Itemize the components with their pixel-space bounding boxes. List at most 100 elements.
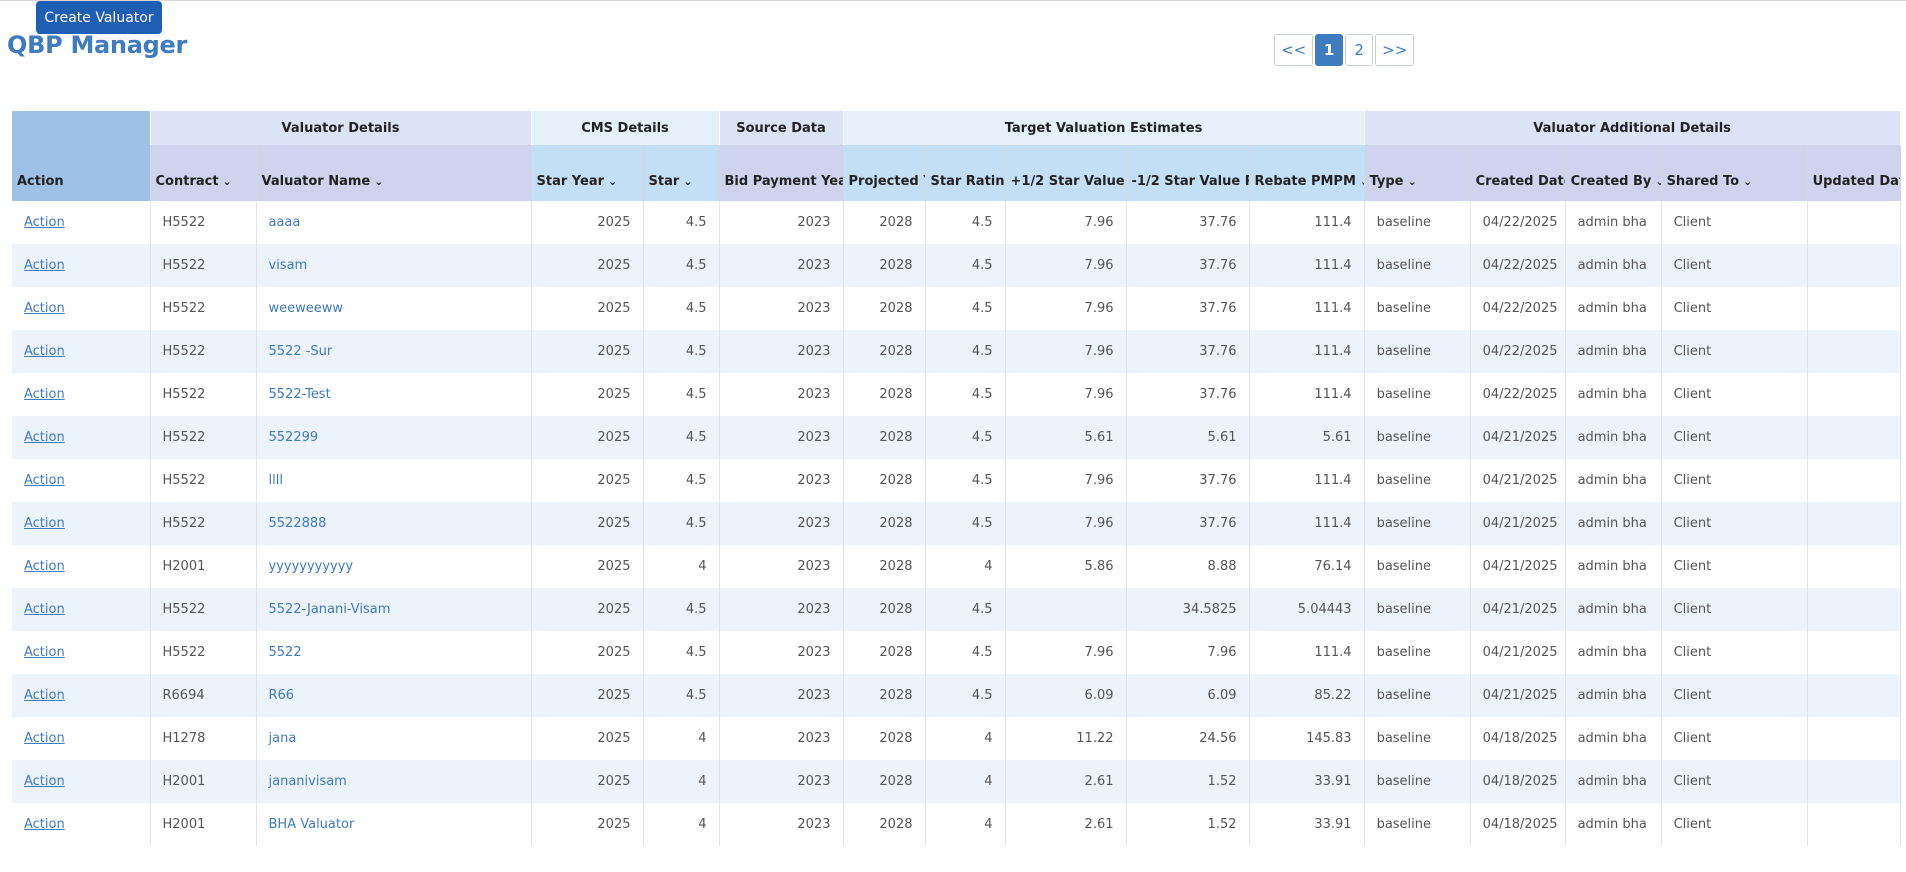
column-header-label: Updated Date (1812, 174, 1900, 189)
updated-date-cell (1807, 287, 1901, 330)
column-header-bid-payment-year[interactable]: Bid Payment Year⌄ (719, 145, 844, 201)
column-header-updated-date[interactable]: Updated Date⌄ (1807, 145, 1901, 201)
action-link[interactable]: Action (24, 817, 65, 832)
column-header-plus-half-star-value[interactable]: +1/2 Star Value PMPM⌄ (1005, 145, 1127, 201)
column-header-label: Rebate PMPM (1254, 174, 1356, 189)
column-header-type[interactable]: Type ⌄ (1364, 145, 1471, 201)
action-link[interactable]: Action (24, 559, 65, 574)
table-row: Action H5522 5522-Test 2025 4.5 2023 2028 4.5 7.… (12, 373, 1901, 416)
valuator-name-link[interactable]: jananivisam (256, 760, 532, 803)
created-date-cell: 04/18/2025 (1470, 717, 1566, 760)
action-link[interactable]: Action (24, 258, 65, 273)
action-link[interactable]: Action (24, 344, 65, 359)
column-header-label: Star Rating (930, 174, 1005, 189)
star-cell: 4.5 (643, 373, 720, 416)
create-valuator-button[interactable]: Create Valuator (36, 1, 162, 34)
chevron-down-icon[interactable]: ⌄ (223, 175, 232, 188)
column-header-valuator-name[interactable]: Valuator Name ⌄ (256, 145, 532, 201)
valuator-name-link[interactable]: 552299 (256, 416, 532, 459)
star-year-cell: 2025 (531, 545, 644, 588)
chevron-down-icon[interactable]: ⌄ (1743, 175, 1752, 188)
action-link[interactable]: Action (24, 774, 65, 789)
bid-payment-year-cell: 2023 (719, 373, 844, 416)
action-link[interactable]: Action (24, 602, 65, 617)
action-link[interactable]: Action (24, 301, 65, 316)
chevron-down-icon[interactable]: ⌄ (374, 175, 383, 188)
valuator-name-link[interactable]: 5522 -Sur (256, 330, 532, 373)
column-header-rebate-pmpm[interactable]: Rebate PMPM ⌄ (1249, 145, 1365, 201)
type-cell: baseline (1364, 459, 1471, 502)
star-rating-cell: 4.5 (925, 416, 1006, 459)
column-header-contract[interactable]: Contract ⌄ (150, 145, 257, 201)
chevron-down-icon[interactable]: ⌄ (683, 175, 692, 188)
column-header-shared-to[interactable]: Shared To ⌄ (1661, 145, 1808, 201)
column-header-label: +1/2 Star Value PMPM (1010, 174, 1126, 189)
action-cell: Action (12, 588, 151, 631)
created-by-cell: admin bha (1565, 330, 1662, 373)
valuator-name-link[interactable]: R66 (256, 674, 532, 717)
valuator-name-link[interactable]: llll (256, 459, 532, 502)
column-header-star-rating[interactable]: Star Rating⌄ (925, 145, 1006, 201)
pagination-page-2[interactable]: 2 (1345, 34, 1374, 66)
valuator-name-link[interactable]: aaaa (256, 201, 532, 244)
star-cell: 4.5 (643, 588, 720, 631)
star-cell: 4 (643, 717, 720, 760)
created-date-cell: 04/21/2025 (1470, 416, 1566, 459)
chevron-down-icon[interactable]: ⌄ (1655, 175, 1660, 188)
valuator-name-link[interactable]: 5522-Test (256, 373, 532, 416)
column-header-minus-half-star-value[interactable]: -1/2 Star Value PMPM⌄ (1126, 145, 1250, 201)
bid-payment-year-cell: 2023 (719, 717, 844, 760)
projected-year-cell: 2028 (843, 244, 926, 287)
star-year-cell: 2025 (531, 244, 644, 287)
column-header-created-date[interactable]: Created Date⌄ (1470, 145, 1566, 201)
action-link[interactable]: Action (24, 473, 65, 488)
column-header-label: Star (648, 174, 680, 189)
column-header-created-by[interactable]: Created By⌄ (1565, 145, 1662, 201)
table-row: Action H5522 5522 -Sur 2025 4.5 2023 2028 4.5 7.… (12, 330, 1901, 373)
action-link[interactable]: Action (24, 215, 65, 230)
updated-date-cell (1807, 545, 1901, 588)
valuator-name-link[interactable]: visam (256, 244, 532, 287)
chevron-down-icon[interactable]: ⌄ (608, 175, 617, 188)
valuator-name-link[interactable]: yyyyyyyyyyy (256, 545, 532, 588)
action-link[interactable]: Action (24, 387, 65, 402)
updated-date-cell (1807, 244, 1901, 287)
star-rating-cell: 4.5 (925, 588, 1006, 631)
column-header-star-year[interactable]: Star Year ⌄ (531, 145, 644, 201)
minus-half-star-value-cell: 37.76 (1126, 201, 1250, 244)
created-date-cell: 04/18/2025 (1470, 803, 1566, 846)
star-cell: 4.5 (643, 631, 720, 674)
type-cell: baseline (1364, 287, 1471, 330)
valuator-name-link[interactable]: weeweeww (256, 287, 532, 330)
type-cell: baseline (1364, 803, 1471, 846)
pagination: << 1 2 >> (1274, 34, 1415, 66)
shared-to-cell: Client (1661, 674, 1808, 717)
valuator-name-link[interactable]: 5522888 (256, 502, 532, 545)
valuator-name-link[interactable]: 5522-Janani-Visam (256, 588, 532, 631)
valuator-name-link[interactable]: BHA Valuator (256, 803, 532, 846)
valuator-name-link[interactable]: jana (256, 717, 532, 760)
contract-cell: H5522 (150, 502, 257, 545)
action-link[interactable]: Action (24, 516, 65, 531)
type-cell: baseline (1364, 631, 1471, 674)
column-header-projected-year[interactable]: Projected Year⌄ (843, 145, 926, 201)
bid-payment-year-cell: 2023 (719, 416, 844, 459)
column-header-star[interactable]: Star ⌄ (643, 145, 720, 201)
pagination-page-1[interactable]: 1 (1315, 34, 1344, 66)
action-link[interactable]: Action (24, 731, 65, 746)
action-link[interactable]: Action (24, 688, 65, 703)
type-cell: baseline (1364, 416, 1471, 459)
chevron-down-icon[interactable]: ⌄ (1407, 175, 1416, 188)
pagination-next-button[interactable]: >> (1375, 34, 1415, 66)
pagination-prev-button[interactable]: << (1274, 34, 1314, 66)
action-link[interactable]: Action (24, 430, 65, 445)
chevron-down-icon[interactable]: ⌄ (1360, 175, 1363, 188)
type-cell: baseline (1364, 717, 1471, 760)
valuator-name-link[interactable]: 5522 (256, 631, 532, 674)
action-link[interactable]: Action (24, 645, 65, 660)
plus-half-star-value-cell: 7.96 (1005, 459, 1127, 502)
column-header-row: Action Contract ⌄ Valuator Name ⌄ Star Yea… (12, 145, 1901, 201)
star-cell: 4.5 (643, 330, 720, 373)
group-valuator-additional-details: Valuator Additional Details (1364, 111, 1901, 145)
shared-to-cell: Client (1661, 287, 1808, 330)
